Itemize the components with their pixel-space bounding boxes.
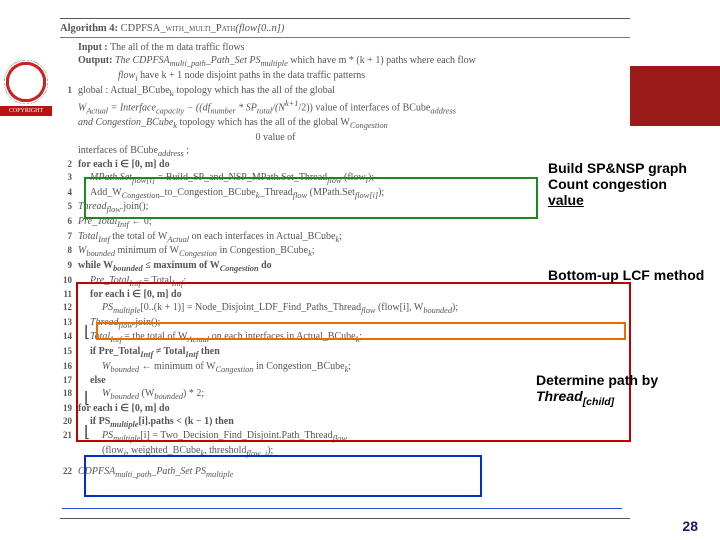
algo-title-args: (flow[0..n]) xyxy=(235,23,284,34)
output-sub-b: multiple xyxy=(260,59,287,68)
callout3-l2b: [child] xyxy=(583,396,615,408)
callout-determine-path: Determine path by Thread[child] xyxy=(536,372,658,408)
l1i: /2)) value of interfaces of BCube xyxy=(298,103,430,114)
blue-bottom-rule xyxy=(62,508,622,509)
l1isub: address xyxy=(430,107,456,116)
l6sub: Intf xyxy=(117,220,129,229)
l7b: the total of W xyxy=(110,231,168,242)
algo-title-prefix: Algorithm 4: xyxy=(60,23,121,34)
l1a: global : Actual_BCube xyxy=(78,85,170,96)
crest-logo xyxy=(4,60,48,104)
bottom-rule xyxy=(60,518,630,519)
l1k: topology which has the all of the global… xyxy=(177,117,350,128)
output-text-d: have k + 1 node disjoint paths in the da… xyxy=(138,70,366,81)
callout3-l2a: Thread xyxy=(536,388,583,404)
callout1-l1: Build SP&NSP graph xyxy=(548,160,687,176)
l7d: ; xyxy=(339,231,342,242)
page-number: 28 xyxy=(682,518,698,534)
red-side-strip xyxy=(624,66,720,126)
l1n: ; xyxy=(184,145,189,156)
l1m: interfaces of BCube xyxy=(78,145,158,156)
callout2-text: Bottom-up LCF method xyxy=(548,267,704,283)
l1g: /(N xyxy=(272,103,285,114)
l8c: in Congestion_BCube xyxy=(217,245,308,256)
input-text: The all of the m data traffic flows xyxy=(110,42,245,53)
l8sub: bounded xyxy=(86,249,115,258)
l9sub: bounded xyxy=(113,264,143,273)
loop-bracket-1: ⌊ xyxy=(84,322,90,342)
loop-bracket-3: ⌊ xyxy=(84,422,90,442)
l9b: ≤ maximum of W xyxy=(143,260,220,271)
blue-annotation-box xyxy=(84,455,482,497)
callout3-l1: Determine path by xyxy=(536,372,658,388)
l1esub: number xyxy=(210,107,235,116)
algorithm-title: Algorithm 4: CDPFSA_with_multi_Path(flow… xyxy=(60,18,630,38)
callout1-l2: Count congestion xyxy=(548,176,667,192)
l1dsub: capacity xyxy=(156,107,184,116)
output-text-flow: flow xyxy=(78,70,135,81)
l9a: while W xyxy=(78,260,113,271)
l1csub: Actual xyxy=(86,107,108,116)
l1b: topology which has the all of the global xyxy=(174,85,335,96)
algo-title-name: CDPFSA_with_multi_Path xyxy=(121,23,236,34)
l1f: * SP xyxy=(236,103,257,114)
output-text-a: The CDPFSA xyxy=(115,55,170,66)
output-sub-a: multi_path xyxy=(170,59,206,68)
l7c: on each interfaces in Actual_BCube xyxy=(189,231,335,242)
input-label: Input : xyxy=(78,42,108,53)
loop-bracket-2: ⌊ xyxy=(84,388,90,408)
orange-annotation-box xyxy=(96,322,626,340)
algo-output-row: Output: The CDPFSAmulti_path_Path_Set PS… xyxy=(60,55,630,84)
algo-input-row: Input : The all of the m data traffic fl… xyxy=(60,42,630,55)
l9bsub: Congestion xyxy=(220,264,259,273)
l1ksub: Congestion xyxy=(350,121,388,130)
l7bsub: Actual xyxy=(167,235,189,244)
output-text-b: _Path_Set PS xyxy=(206,55,261,66)
l7: Total xyxy=(78,231,98,242)
callout-bottom-up: Bottom-up LCF method xyxy=(548,267,704,283)
red-annotation-box xyxy=(76,282,631,442)
l1msub: address xyxy=(158,149,184,158)
l8bsub: Congestion xyxy=(179,249,217,258)
callout-build-sp-nsp: Build SP&NSP graph Count congestion valu… xyxy=(548,160,687,208)
l1j: and Congestion_BCube xyxy=(78,117,173,128)
l1l: 0 value of xyxy=(78,132,296,143)
l8b: minimum of W xyxy=(115,245,179,256)
l1e: − ((df xyxy=(184,103,210,114)
l8d: ; xyxy=(312,245,315,256)
l1fsub: total xyxy=(257,107,272,116)
copyright-bar: COPYRIGHT xyxy=(0,106,52,116)
l9c: do xyxy=(259,260,272,271)
l7sub: Intf xyxy=(98,235,110,244)
output-label: Output: xyxy=(78,55,112,66)
output-text-c: which have m * (k + 1) paths where each … xyxy=(288,55,476,66)
l1d: = Interface xyxy=(108,103,156,114)
green-annotation-box xyxy=(84,177,538,219)
callout1-l3: value xyxy=(548,192,584,208)
l1h: k+1 xyxy=(285,99,298,108)
